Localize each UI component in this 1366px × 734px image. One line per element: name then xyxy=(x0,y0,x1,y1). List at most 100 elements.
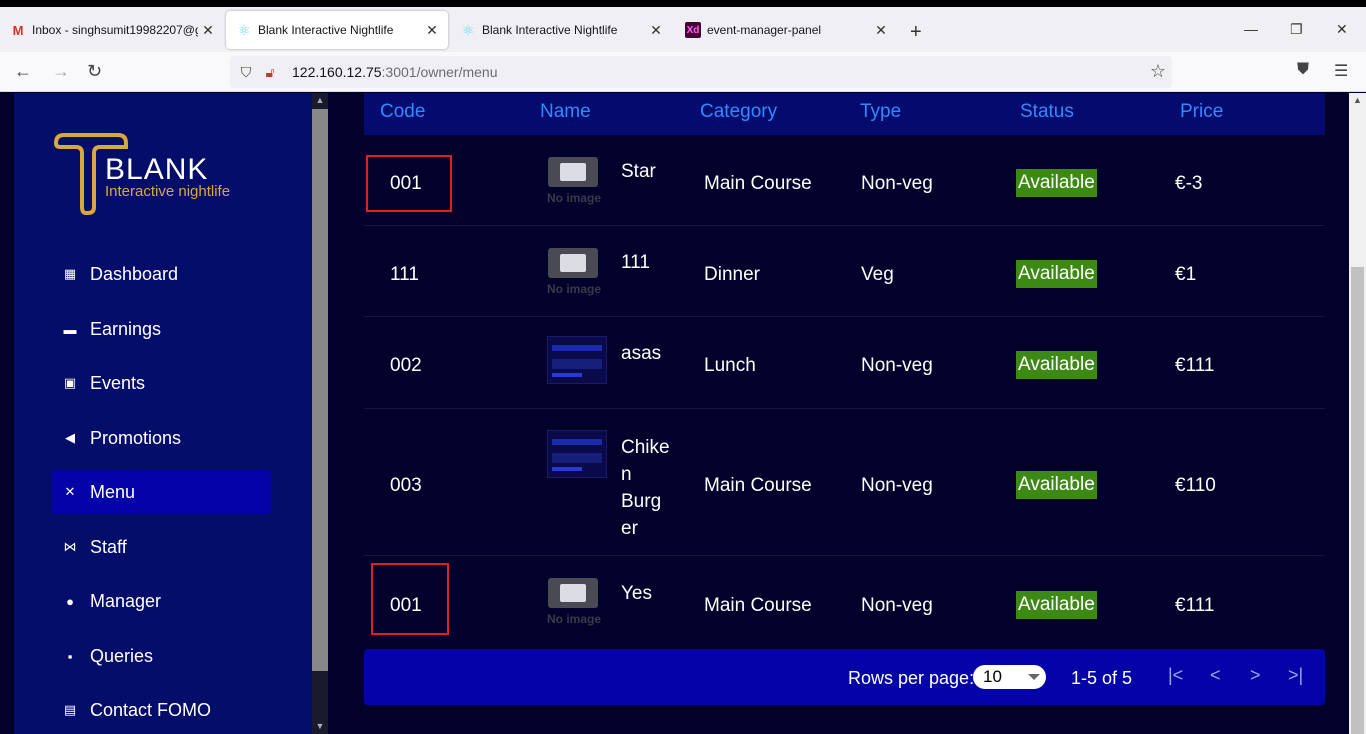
image-icon xyxy=(548,157,598,187)
bookmark-star-icon[interactable]: ☆ xyxy=(1150,61,1166,82)
status-badge: Available xyxy=(1016,260,1097,288)
column-header-category[interactable]: Category xyxy=(700,101,777,123)
restore-icon[interactable]: ❐ xyxy=(1290,21,1303,38)
sidebar-item-label: Events xyxy=(90,372,146,393)
close-window-icon[interactable]: ✕ xyxy=(1336,21,1348,38)
no-image-label: No image xyxy=(547,282,602,296)
status-badge: Available xyxy=(1016,351,1097,379)
last-page-icon[interactable]: >| xyxy=(1288,665,1303,686)
column-header-code[interactable]: Code xyxy=(380,101,425,123)
url-text: 122.160.12.75:3001/owner/menu xyxy=(292,64,498,80)
sidebar-item-earnings[interactable]: ▬ Earnings xyxy=(52,307,271,351)
xd-icon: Xd xyxy=(685,22,701,38)
tab-blank-nightlife-active[interactable]: ⚛ Blank Interactive Nightlife ✕ xyxy=(226,11,448,49)
tab-inbox[interactable]: M Inbox - singhsumit19982207@g ✕ xyxy=(0,11,224,49)
close-icon[interactable]: ✕ xyxy=(646,22,666,39)
close-icon[interactable]: ✕ xyxy=(198,22,218,39)
sidebar-item-manager[interactable]: ● Manager xyxy=(52,579,271,623)
no-image-label: No image xyxy=(547,612,602,626)
sidebar-item-label: Queries xyxy=(90,645,154,666)
cell-name: Chike n Burg er xyxy=(621,437,670,539)
cell-type: Non-veg xyxy=(861,355,933,376)
tab-strip: M Inbox - singhsumit19982207@g ✕ ⚛ Blank… xyxy=(0,7,1366,52)
first-page-icon[interactable]: |< xyxy=(1168,665,1183,686)
rows-per-page-select[interactable]: 10 xyxy=(973,665,1046,689)
no-image-placeholder: No image xyxy=(547,578,607,628)
table-row[interactable]: 001 No image Star Main Course Non-veg Av… xyxy=(364,135,1325,226)
column-header-status[interactable]: Status xyxy=(1020,101,1074,123)
tab-title: event-manager-panel xyxy=(707,23,822,37)
sidebar-item-label: Staff xyxy=(90,536,127,557)
close-icon[interactable]: ✕ xyxy=(422,22,442,39)
sidebar-item-queries[interactable]: ▪ Queries xyxy=(52,634,271,678)
sidebar-item-dashboard[interactable]: ▦ Dashboard xyxy=(52,252,271,296)
table-row[interactable]: 002 asas Lunch Non-veg Available €111 xyxy=(364,318,1325,409)
reload-icon[interactable]: ↻ xyxy=(87,61,102,82)
tab-title: Blank Interactive Nightlife xyxy=(482,23,618,37)
back-icon[interactable]: ← xyxy=(14,61,32,82)
earnings-icon: ▬ xyxy=(63,321,77,337)
cell-code: 002 xyxy=(390,355,422,376)
minimize-icon[interactable]: — xyxy=(1244,21,1258,37)
scroll-up-icon[interactable]: ▲ xyxy=(1349,95,1366,105)
table-row[interactable]: 001 No image Yes Main Course Non-veg Ava… xyxy=(364,557,1325,647)
brand-logo[interactable]: BLANK Interactive nightlife xyxy=(52,133,252,215)
previous-page-icon[interactable]: < xyxy=(1210,665,1221,686)
cell-code: 111 xyxy=(390,264,419,285)
menu-hamburger-icon[interactable]: ☰ xyxy=(1334,61,1348,81)
sidebar-item-promotions[interactable]: ◀ Promotions xyxy=(52,416,271,460)
contact-icon: ▤ xyxy=(63,702,77,717)
cell-code: 003 xyxy=(390,475,422,496)
scrollbar-thumb[interactable] xyxy=(1351,267,1364,734)
scroll-down-icon[interactable]: ▼ xyxy=(312,721,328,731)
brand-tagline: Interactive nightlife xyxy=(105,183,231,200)
chevron-down-icon xyxy=(1028,674,1040,680)
insecure-lock-icon[interactable]: 🔓︎ xyxy=(262,64,278,81)
brand-name: BLANK xyxy=(105,153,209,186)
forward-icon[interactable]: → xyxy=(52,61,70,82)
sidebar-item-staff[interactable]: ⋈ Staff xyxy=(52,525,271,569)
react-icon: ⚛ xyxy=(461,21,475,38)
no-image-placeholder: No image xyxy=(547,157,607,207)
new-tab-button[interactable]: + xyxy=(910,21,922,44)
no-image-label: No image xyxy=(547,191,602,205)
cell-code: 001 xyxy=(390,595,422,616)
sidebar-item-label: Dashboard xyxy=(90,263,179,284)
scrollbar-thumb[interactable] xyxy=(312,109,328,671)
manager-icon: ● xyxy=(66,593,74,609)
rows-per-page-value: 10 xyxy=(983,667,1002,686)
cell-price: €111 xyxy=(1175,355,1215,376)
scroll-up-icon[interactable]: ▲ xyxy=(312,95,328,105)
menu-table-panel: Code Name Category Type Status Price 001… xyxy=(328,93,1349,734)
column-header-name[interactable]: Name xyxy=(540,101,591,123)
sidebar-item-events[interactable]: ▣ Events xyxy=(52,361,271,405)
url-bar[interactable]: ⛉ 🔓︎ 122.160.12.75:3001/owner/menu ☆ xyxy=(230,56,1172,88)
cell-name: asas xyxy=(621,343,662,364)
sidebar-scrollbar[interactable]: ▲ ▼ xyxy=(312,93,328,734)
cell-price: €111 xyxy=(1175,595,1215,616)
sidebar-item-label: Promotions xyxy=(90,427,182,448)
tab-event-manager[interactable]: Xd event-manager-panel ✕ xyxy=(675,11,897,49)
page-scrollbar[interactable]: ▲ xyxy=(1349,93,1366,734)
pocket-icon[interactable]: ⛊ xyxy=(1297,61,1309,79)
pagination-range: 1-5 of 5 xyxy=(1071,668,1133,688)
table-row[interactable]: 003 Chike n Burg er Main Course Non-veg … xyxy=(364,410,1325,556)
cell-type: Non-veg xyxy=(861,475,933,496)
cell-category: Main Course xyxy=(704,173,812,194)
cell-category: Main Course xyxy=(704,475,812,496)
column-header-type[interactable]: Type xyxy=(860,101,901,123)
close-icon[interactable]: ✕ xyxy=(871,22,891,39)
cutlery-icon: ✕ xyxy=(64,484,76,499)
status-badge: Available xyxy=(1016,471,1097,499)
column-header-price[interactable]: Price xyxy=(1180,101,1223,123)
item-thumbnail xyxy=(547,430,607,478)
sidebar-item-menu[interactable]: ✕ Menu xyxy=(52,470,271,514)
cell-type: Non-veg xyxy=(861,173,933,194)
table-row[interactable]: 111 No image 111 Dinner Veg Available €1 xyxy=(364,227,1325,317)
cell-category: Dinner xyxy=(704,264,760,285)
sidebar-item-contact-fomo[interactable]: ▤ Contact FOMO xyxy=(52,688,271,732)
next-page-icon[interactable]: > xyxy=(1250,665,1261,686)
shield-icon[interactable]: ⛉ xyxy=(238,64,254,81)
tab-blank-nightlife[interactable]: ⚛ Blank Interactive Nightlife ✕ xyxy=(450,11,672,49)
status-badge: Available xyxy=(1016,591,1097,619)
